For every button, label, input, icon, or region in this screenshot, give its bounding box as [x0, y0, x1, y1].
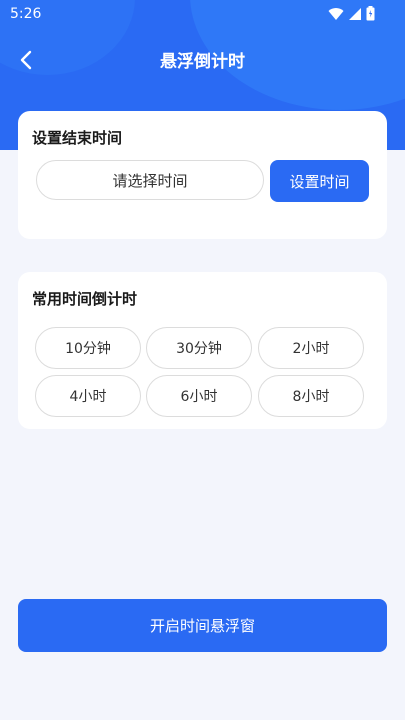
end-time-card: 设置结束时间 请选择时间 设置时间 — [18, 111, 387, 239]
status-time: 5:26 — [10, 6, 42, 22]
end-time-card-title: 设置结束时间 — [32, 129, 123, 147]
status-bar: 5:26 — [0, 0, 405, 28]
wifi-icon — [328, 6, 344, 25]
time-select-field[interactable]: 请选择时间 — [36, 160, 264, 200]
preset-button-6h[interactable]: 6小时 — [146, 375, 252, 417]
preset-button-4h[interactable]: 4小时 — [35, 375, 141, 417]
preset-button-10min[interactable]: 10分钟 — [35, 327, 141, 369]
common-countdown-card: 常用时间倒计时 10分钟 30分钟 2小时 4小时 6小时 8小时 — [18, 272, 387, 429]
status-icons — [328, 6, 375, 25]
preset-button-8h[interactable]: 8小时 — [258, 375, 364, 417]
cellular-signal-icon — [348, 6, 362, 25]
preset-button-30min[interactable]: 30分钟 — [146, 327, 252, 369]
navigation-bar: 悬浮倒计时 — [0, 40, 405, 84]
open-floating-window-button[interactable]: 开启时间悬浮窗 — [18, 599, 387, 652]
common-countdown-card-title: 常用时间倒计时 — [32, 290, 138, 308]
preset-button-2h[interactable]: 2小时 — [258, 327, 364, 369]
app-screen: 5:26 悬浮倒计时 设置结束时间 请选择时间 设置时间 常用时间倒计时 10分… — [0, 0, 405, 720]
page-title: 悬浮倒计时 — [160, 52, 245, 72]
battery-icon — [366, 6, 375, 25]
set-time-button[interactable]: 设置时间 — [270, 160, 369, 202]
